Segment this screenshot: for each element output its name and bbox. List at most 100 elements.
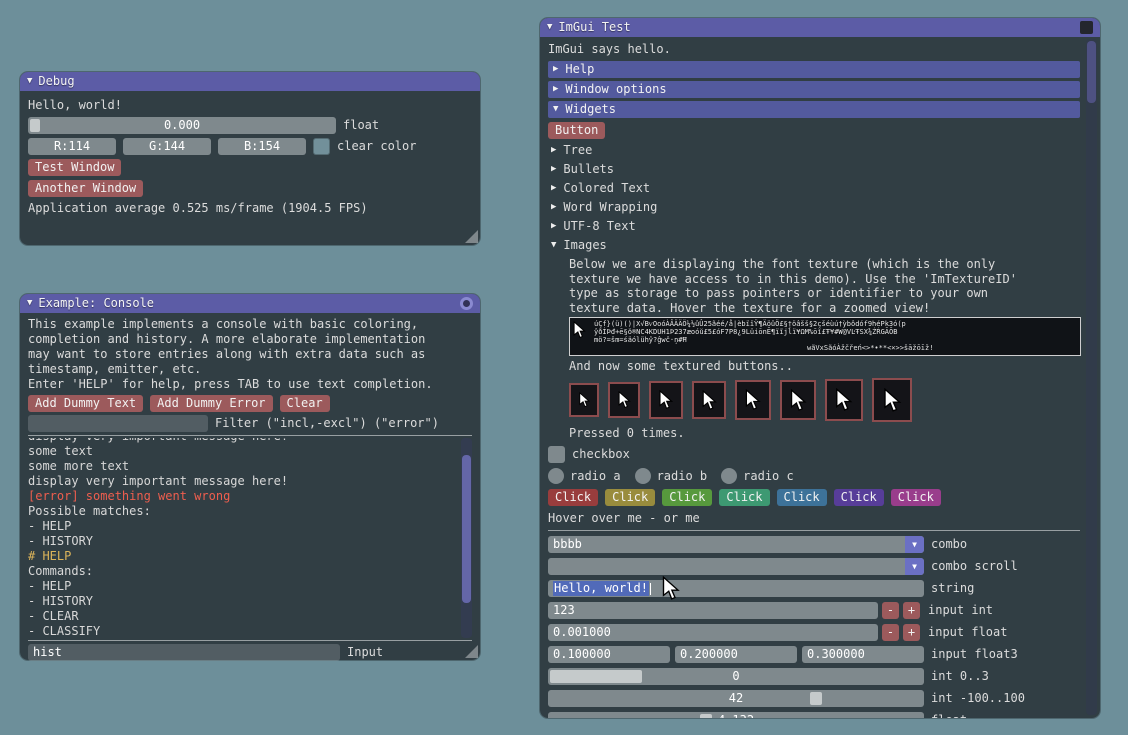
image-button-5[interactable] — [735, 380, 771, 420]
log-line: some text — [28, 444, 456, 459]
scrollbar-grab[interactable] — [462, 455, 471, 603]
radio-b[interactable] — [635, 468, 651, 484]
mouse-cursor-icon — [883, 388, 902, 413]
font-texture-image[interactable]: úÇf}(ü)()|X√BѵOoóÀÂÄÄÖ¼½ûÛ25ãéé/å|èbïïŸ¶… — [569, 317, 1081, 356]
combo-arrow-button[interactable]: ▼ — [905, 536, 924, 553]
header-widgets[interactable]: ▼ Widgets — [548, 101, 1080, 118]
click-button-2[interactable]: Click — [605, 489, 655, 506]
tree-node-images[interactable]: ▼ Images — [548, 238, 1080, 253]
int-slider-2[interactable]: 42 — [548, 690, 924, 707]
click-button-3[interactable]: Click — [662, 489, 712, 506]
tree-node-colored-text[interactable]: ▶ Colored Text — [548, 181, 1080, 196]
pressed-count-text: Pressed 0 times. — [569, 426, 1080, 441]
slider-int-value: 0 — [548, 669, 924, 684]
header-help[interactable]: ▶ Help — [548, 61, 1080, 78]
increment-button[interactable]: + — [903, 624, 920, 641]
image-button-2[interactable] — [608, 382, 640, 418]
image-button-4[interactable] — [692, 381, 726, 419]
log-scrollbar[interactable] — [461, 438, 472, 638]
combo-arrow-button[interactable]: ▼ — [905, 558, 924, 575]
string-input-field[interactable]: Hello, world! — [548, 580, 924, 597]
input-float-value: 0.001000 — [553, 625, 611, 640]
another-window-button[interactable]: Another Window — [28, 180, 143, 197]
click-button-5[interactable]: Click — [777, 489, 827, 506]
input-float-field[interactable]: 0.001000 — [548, 624, 878, 641]
input-int-label: input int — [928, 603, 993, 618]
drag-green[interactable]: G:144 — [123, 138, 211, 155]
resize-grip[interactable] — [465, 230, 478, 243]
console-input[interactable]: hist — [28, 644, 340, 661]
combo-select[interactable]: bbbb ▼ — [548, 536, 924, 553]
input-float3-z[interactable]: 0.300000 — [802, 646, 924, 663]
debug-titlebar[interactable]: ▼ Debug — [20, 72, 480, 91]
log-line: some more text — [28, 459, 456, 474]
image-button-6[interactable] — [780, 380, 816, 420]
resize-grip[interactable] — [465, 645, 478, 658]
clear-color-swatch[interactable] — [313, 138, 330, 155]
chevron-down-icon: ▼ — [553, 105, 558, 114]
decrement-button[interactable]: - — [882, 624, 899, 641]
image-button-1[interactable] — [569, 383, 599, 417]
close-icon[interactable] — [460, 297, 473, 310]
tree-node-bullets[interactable]: ▶ Bullets — [548, 162, 1080, 177]
hello-world-text: Hello, world! — [28, 98, 472, 113]
console-titlebar[interactable]: ▼ Example: Console — [20, 294, 480, 313]
drag-red[interactable]: R:114 — [28, 138, 116, 155]
clear-button[interactable]: Clear — [280, 395, 330, 412]
window-scrollbar[interactable] — [1086, 39, 1097, 715]
images-description: Below we are displaying the font texture… — [569, 257, 1080, 315]
text-caret — [650, 583, 651, 595]
increment-button[interactable]: + — [903, 602, 920, 619]
input-float3-y[interactable]: 0.200000 — [675, 646, 797, 663]
scrollbar-grab[interactable] — [1087, 41, 1096, 103]
click-buttons-row: Click Click Click Click Click Click Clic… — [548, 489, 1080, 506]
debug-window: ▼ Debug Hello, world! 0.000 float R:114 … — [20, 72, 480, 245]
int-slider[interactable]: 0 — [548, 668, 924, 685]
separator — [28, 640, 472, 641]
test-body: ImGui says hello. ▶ Help ▶ Window option… — [540, 37, 1100, 718]
test-window-button[interactable]: Test Window — [28, 159, 121, 176]
click-button-4[interactable]: Click — [719, 489, 769, 506]
radio-a[interactable] — [548, 468, 564, 484]
image-button-7[interactable] — [825, 379, 863, 421]
click-button-6[interactable]: Click — [834, 489, 884, 506]
texture-glyph-row: wãVxSãóÀžčřeń<>*•**<×>>šāžōīž! — [572, 344, 1080, 352]
checkbox-label: checkbox — [572, 447, 630, 462]
mouse-cursor-icon — [745, 389, 761, 411]
tree-label: Word Wrapping — [563, 200, 657, 215]
decrement-button[interactable]: - — [882, 602, 899, 619]
float-slider-2[interactable]: 4.132 — [548, 712, 924, 718]
chevron-down-icon: ▼ — [912, 537, 917, 552]
checkbox[interactable] — [548, 446, 565, 463]
collapse-icon[interactable]: ▼ — [547, 23, 552, 32]
drag-blue[interactable]: B:154 — [218, 138, 306, 155]
tree-node-utf8-text[interactable]: ▶ UTF-8 Text — [548, 219, 1080, 234]
images-line: texture data. Hover the texture for a zo… — [569, 301, 1080, 316]
tree-node-word-wrapping[interactable]: ▶ Word Wrapping — [548, 200, 1080, 215]
collapse-icon[interactable]: ▼ — [27, 77, 32, 86]
image-button-8[interactable] — [872, 378, 912, 422]
hover-text[interactable]: Hover over me - or me — [548, 511, 1080, 526]
images-line: Below we are displaying the font texture… — [569, 257, 1080, 272]
test-titlebar[interactable]: ▼ ImGui Test — [540, 18, 1100, 37]
image-button-3[interactable] — [649, 381, 683, 419]
float-slider[interactable]: 0.000 — [28, 117, 336, 134]
console-log-region[interactable]: display very important message here! som… — [28, 438, 472, 638]
combo-scroll-select[interactable]: ▼ — [548, 558, 924, 575]
button-widget[interactable]: Button — [548, 122, 605, 139]
console-input-label: Input — [347, 645, 383, 660]
tree-label: Bullets — [563, 162, 614, 177]
click-button-7[interactable]: Click — [891, 489, 941, 506]
log-line: Commands: — [28, 564, 456, 579]
input-float3-x[interactable]: 0.100000 — [548, 646, 670, 663]
collapse-icon[interactable]: ▼ — [27, 299, 32, 308]
input-float-label: input float — [928, 625, 1007, 640]
input-int-field[interactable]: 123 — [548, 602, 878, 619]
radio-c[interactable] — [721, 468, 737, 484]
click-button-1[interactable]: Click — [548, 489, 598, 506]
add-dummy-error-button[interactable]: Add Dummy Error — [150, 395, 272, 412]
filter-input[interactable] — [28, 415, 208, 432]
tree-node-tree[interactable]: ▶ Tree — [548, 143, 1080, 158]
add-dummy-text-button[interactable]: Add Dummy Text — [28, 395, 143, 412]
header-window-options[interactable]: ▶ Window options — [548, 81, 1080, 98]
